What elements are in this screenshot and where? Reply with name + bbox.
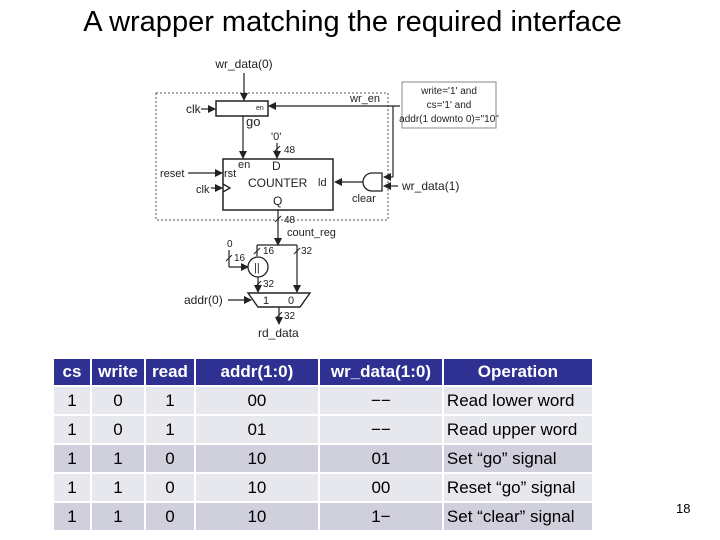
cell-write: 1 <box>92 445 144 472</box>
cell-addr: 10 <box>195 474 318 501</box>
cell-wr-data: 1− <box>319 503 442 530</box>
wr-data0-label: wr_data(0) <box>214 57 272 71</box>
cell-addr: 10 <box>195 503 318 530</box>
cell-addr: 00 <box>195 387 318 414</box>
mux-in1-label: 1 <box>263 295 269 307</box>
width-16-a: 16 <box>234 253 246 264</box>
addr0-label: addr(0) <box>184 293 223 307</box>
condition-line-3: addr(1 downto 0)="10" <box>399 114 499 125</box>
cell-operation: Read upper word <box>443 416 592 443</box>
cell-cs: 1 <box>54 416 90 443</box>
cell-write: 1 <box>92 503 144 530</box>
rd-data-label: rd_data <box>258 326 299 340</box>
cell-read: 0 <box>146 445 194 472</box>
header-read: read <box>146 359 194 385</box>
cell-wr-data: 00 <box>319 474 442 501</box>
mux <box>246 292 312 308</box>
table-row: 1 1 0 10 00 Reset “go” signal <box>54 474 592 501</box>
cell-operation: Read lower word <box>443 387 592 414</box>
condition-line-2: cs='1' and <box>427 100 472 111</box>
cell-write: 0 <box>92 416 144 443</box>
header-write: write <box>92 359 144 385</box>
page-number: 18 <box>676 501 691 516</box>
clk-go-label: clk <box>186 102 202 116</box>
cell-write: 1 <box>92 474 144 501</box>
header-wr-data: wr_data(1:0) <box>319 359 442 385</box>
cell-read: 0 <box>146 503 194 530</box>
reset-label: reset <box>160 168 184 180</box>
clear-label: clear <box>352 193 376 205</box>
clk-counter-label: clk <box>196 184 210 196</box>
cell-wr-data: −− <box>319 387 442 414</box>
d-label: D <box>272 159 281 173</box>
wr-en-label: wr_en <box>349 93 380 105</box>
header-addr: addr(1:0) <box>195 359 318 385</box>
header-operation: Operation <box>443 359 592 385</box>
zero-const-label: 0 <box>227 239 233 250</box>
wrapper-block-diagram: wr_data(0) clk en go wr_en write='1' and… <box>155 57 499 340</box>
cell-operation: Set “go” signal <box>443 445 592 472</box>
width-48-d: 48 <box>284 145 296 156</box>
en-counter-label: en <box>238 159 250 171</box>
table-row: 1 0 1 00 −− Read lower word <box>54 387 592 414</box>
and-gate-clear <box>362 172 383 192</box>
cell-addr: 10 <box>195 445 318 472</box>
table-row: 1 1 0 10 1− Set “clear” signal <box>54 503 592 530</box>
cell-operation: Reset “go” signal <box>443 474 592 501</box>
mux-in0-label: 0 <box>288 295 294 307</box>
wr-data1-label: wr_data(1) <box>401 179 459 193</box>
table-header-row: cs write read addr(1:0) wr_data(1:0) Ope… <box>54 359 592 385</box>
concat-label: || <box>254 262 260 274</box>
operation-table: cs write read addr(1:0) wr_data(1:0) Ope… <box>52 357 594 532</box>
zero-literal-label: '0' <box>271 131 281 143</box>
count-reg-label: count_reg <box>287 227 336 239</box>
cell-cs: 1 <box>54 387 90 414</box>
ld-label: ld <box>318 177 327 189</box>
rst-label: rst <box>224 168 236 180</box>
condition-line-1: write='1' and <box>420 86 477 97</box>
cell-wr-data: 01 <box>319 445 442 472</box>
cell-wr-data: −− <box>319 416 442 443</box>
counter-label: COUNTER <box>248 176 308 190</box>
width-16-b: 16 <box>263 246 275 257</box>
cell-cs: 1 <box>54 474 90 501</box>
width-32-b: 32 <box>263 279 275 290</box>
cell-write: 0 <box>92 387 144 414</box>
cell-operation: Set “clear” signal <box>443 503 592 530</box>
table-row: 1 0 1 01 −− Read upper word <box>54 416 592 443</box>
cell-read: 0 <box>146 474 194 501</box>
width-32-out: 32 <box>284 311 296 322</box>
width-32-a: 32 <box>301 246 313 257</box>
cell-cs: 1 <box>54 445 90 472</box>
cell-cs: 1 <box>54 503 90 530</box>
header-cs: cs <box>54 359 90 385</box>
width-48-q: 48 <box>284 215 296 226</box>
go-label: go <box>246 114 260 129</box>
cell-read: 1 <box>146 416 194 443</box>
q-label: Q <box>273 194 282 208</box>
cell-addr: 01 <box>195 416 318 443</box>
en-go-label: en <box>256 105 264 112</box>
table-row: 1 1 0 10 01 Set “go” signal <box>54 445 592 472</box>
cell-read: 1 <box>146 387 194 414</box>
